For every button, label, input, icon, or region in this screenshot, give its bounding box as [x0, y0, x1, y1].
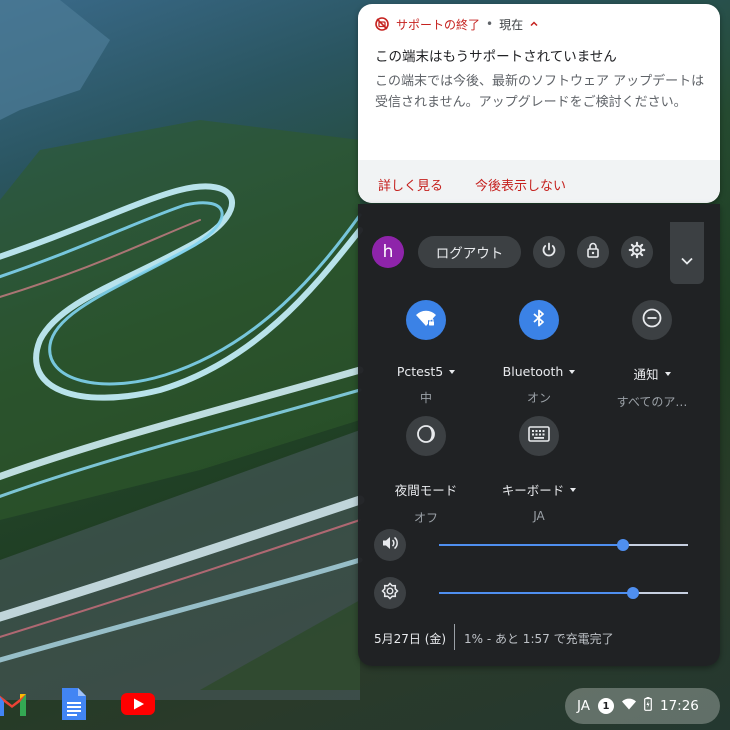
notification-separator: • — [486, 17, 494, 31]
shelf: JA 1 17:26 — [0, 682, 730, 730]
learn-more-button[interactable]: 詳しく見る — [378, 175, 443, 194]
caret-down-icon — [569, 369, 576, 374]
shelf-app-gmail[interactable] — [0, 686, 32, 726]
notifications-label[interactable]: 通知 — [592, 364, 712, 383]
notifications-label-text: 通知 — [633, 367, 659, 382]
tray-footer: 5月27日 (金) 1% - あと 1:57 で充電完了 — [358, 622, 720, 650]
chevron-down-icon — [680, 251, 694, 270]
wifi-toggle[interactable] — [406, 300, 446, 340]
settings-button[interactable] — [621, 236, 653, 268]
brightness-row — [358, 577, 720, 609]
keyboard-label-text: キーボード — [501, 483, 565, 498]
logout-button[interactable]: ログアウト — [418, 236, 521, 268]
wifi-tile[interactable]: Pctest5 中 — [366, 300, 486, 406]
lock-icon — [584, 241, 602, 263]
keyboard-tile[interactable]: キーボード JA — [479, 416, 599, 523]
brightness-button — [374, 577, 406, 609]
notification-card[interactable]: サポートの終了 • 現在 この端末はもうサポートされていません この端末では今後… — [358, 4, 720, 203]
keyboard-label[interactable]: キーボード — [479, 480, 599, 499]
lock-button[interactable] — [577, 236, 609, 268]
shelf-app-docs[interactable] — [54, 686, 94, 726]
wifi-network-name: Pctest5 — [396, 364, 444, 379]
brightness-icon — [381, 582, 399, 604]
battery-icon — [644, 697, 652, 715]
status-area[interactable]: JA 1 17:26 — [565, 688, 720, 724]
wifi-label[interactable]: Pctest5 — [366, 364, 486, 379]
notification-app-name: サポートの終了 — [396, 17, 481, 32]
tray-top-row: h ログアウト — [358, 204, 720, 300]
do-not-disturb-icon — [641, 307, 663, 333]
night-light-status: オフ — [413, 511, 438, 525]
notification-actions: 詳しく見る 今後表示しない — [358, 160, 720, 203]
docs-icon — [60, 686, 88, 726]
youtube-icon — [120, 691, 156, 721]
bluetooth-tile[interactable]: Bluetooth オン — [479, 300, 599, 406]
collapse-tray-button[interactable] — [670, 222, 704, 284]
wifi-locked-icon — [415, 307, 437, 333]
gear-icon — [628, 241, 646, 263]
date-label[interactable]: 5月27日 (金) — [374, 630, 446, 647]
notifications-tile[interactable]: 通知 すべてのア… — [592, 300, 712, 410]
volume-slider-fill — [439, 544, 624, 546]
notification-title: この端末はもうサポートされていません — [375, 49, 617, 65]
support-ended-icon — [374, 16, 390, 32]
volume-slider-thumb[interactable] — [617, 539, 630, 551]
keyboard-layout: JA — [533, 509, 545, 523]
caret-down-icon — [449, 369, 456, 374]
bluetooth-label[interactable]: Bluetooth — [479, 364, 599, 379]
notifications-status: すべてのア… — [616, 395, 688, 409]
brightness-slider-fill — [439, 592, 634, 594]
night-light-label[interactable]: 夜間モード — [366, 480, 486, 499]
system-tray-panel: h ログアウト Pctest5 中 Bluetooth オン 通知 すべてのア…… — [358, 204, 720, 666]
bluetooth-status: オン — [526, 391, 551, 405]
chevron-up-icon[interactable] — [529, 19, 539, 29]
keyboard-icon — [528, 426, 550, 446]
avatar[interactable]: h — [372, 236, 404, 268]
volume-icon — [381, 534, 399, 556]
clock[interactable]: 17:26 — [660, 698, 699, 714]
caret-down-icon — [570, 487, 577, 492]
notifications-toggle[interactable] — [632, 300, 672, 340]
volume-row — [358, 529, 720, 561]
bluetooth-icon — [531, 308, 547, 332]
keyboard-toggle[interactable] — [519, 416, 559, 456]
notification-header: サポートの終了 • 現在 — [374, 15, 539, 33]
brightness-slider[interactable] — [439, 587, 688, 599]
battery-status: 1% - あと 1:57 で充電完了 — [464, 632, 614, 646]
bluetooth-toggle[interactable] — [519, 300, 559, 340]
bluetooth-label-text: Bluetooth — [502, 364, 564, 379]
notification-count-badge: 1 — [597, 698, 614, 714]
night-light-toggle[interactable] — [406, 416, 446, 456]
notification-body: この端末では今後、最新のソフトウェア アップデートは受信されません。アップグレー… — [375, 74, 705, 110]
wifi-signal-strength: 中 — [419, 391, 432, 405]
dont-show-again-button[interactable]: 今後表示しない — [475, 175, 566, 194]
notification-time: 現在 — [499, 17, 524, 32]
night-light-tile[interactable]: 夜間モード オフ — [366, 416, 486, 526]
power-icon — [540, 241, 558, 263]
ime-indicator[interactable]: JA — [577, 698, 590, 714]
shelf-app-youtube[interactable] — [118, 686, 158, 726]
volume-slider[interactable] — [439, 539, 688, 551]
footer-divider — [454, 624, 455, 650]
volume-button[interactable] — [374, 529, 406, 561]
gmail-icon — [0, 690, 30, 722]
power-button[interactable] — [533, 236, 565, 268]
night-light-icon — [416, 424, 436, 448]
brightness-slider-thumb[interactable] — [627, 587, 640, 599]
wifi-status-icon — [621, 698, 636, 714]
caret-down-icon — [664, 371, 671, 376]
